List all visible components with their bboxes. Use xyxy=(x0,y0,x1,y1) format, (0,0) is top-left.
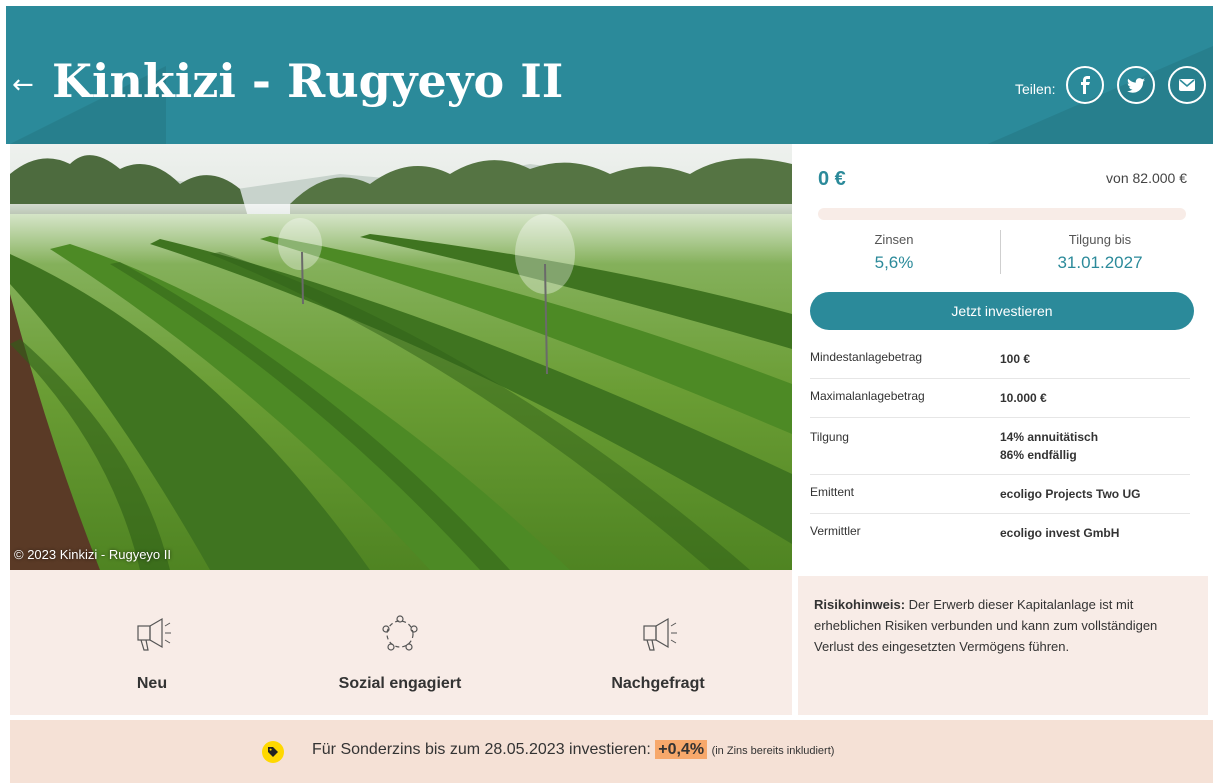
photo-credit: © 2023 Kinkizi - Rugyeyo II xyxy=(14,547,171,562)
feature-popular: Nachgefragt xyxy=(558,570,758,693)
repayment-kpi: Tilgung bis 31.01.2027 xyxy=(1010,232,1190,273)
feature-social: Sozial engagiert xyxy=(300,570,500,693)
details-key: Emittent xyxy=(810,485,855,499)
facebook-icon xyxy=(1081,76,1090,94)
share-email-button[interactable] xyxy=(1168,66,1206,104)
repayment-value: 31.01.2027 xyxy=(1057,253,1143,272)
twitter-icon xyxy=(1127,77,1145,93)
invest-now-button[interactable]: Jetzt investieren xyxy=(810,292,1194,330)
details-row: Maximalanlagebetrag 10.000 € xyxy=(810,379,1190,418)
details-value: 100 € xyxy=(1000,352,1031,366)
funding-progress-bar xyxy=(818,208,1186,220)
feature-label: Sozial engagiert xyxy=(338,675,462,692)
email-icon xyxy=(1179,79,1195,91)
details-key: Maximalanlagebetrag xyxy=(810,389,925,403)
community-icon xyxy=(382,615,418,651)
project-photo xyxy=(10,144,792,570)
risk-notice: Risikohinweis: Der Erwerb dieser Kapital… xyxy=(798,576,1208,715)
interest-kpi: Zinsen 5,6% xyxy=(804,232,984,273)
details-table: Mindestanlagebetrag 100 € Maximalanlageb… xyxy=(810,340,1190,552)
tea-plantation-image xyxy=(10,144,792,570)
details-value-line: 86% endfällig xyxy=(1000,448,1077,462)
share-twitter-button[interactable] xyxy=(1117,66,1155,104)
project-header: ← Kinkizi - Rugyeyo II Teilen: xyxy=(6,6,1213,144)
bonus-note: (in Zins bereits inkludiert) xyxy=(711,745,835,757)
project-page: ← Kinkizi - Rugyeyo II Teilen: © 2023 Ki… xyxy=(0,0,1213,783)
bonus-text: Für Sonderzins bis zum 28.05.2023 invest… xyxy=(312,740,835,759)
details-key: Vermittler xyxy=(810,524,861,538)
bonus-message: Für Sonderzins bis zum 28.05.2023 invest… xyxy=(312,741,656,758)
funded-amount: 0 € xyxy=(818,168,846,190)
bonus-banner: Für Sonderzins bis zum 28.05.2023 invest… xyxy=(10,720,1213,783)
details-value-line: 14% annuitätisch xyxy=(1000,430,1099,444)
details-value: 14% annuitätisch 86% endfällig xyxy=(1000,418,1098,474)
details-value: 10.000 € xyxy=(1000,391,1047,405)
details-row: Vermittler ecoligo invest GmbH xyxy=(810,514,1190,552)
details-value: ecoligo invest GmbH xyxy=(1000,526,1120,540)
back-arrow-icon[interactable]: ← xyxy=(12,70,34,100)
details-value: ecoligo Projects Two UG xyxy=(1000,487,1141,501)
megaphone-icon xyxy=(137,617,171,651)
tag-icon xyxy=(262,741,284,763)
megaphone-icon xyxy=(643,617,677,651)
feature-label: Neu xyxy=(136,675,168,692)
details-key: Mindestanlagebetrag xyxy=(810,350,923,364)
project-features: Neu Sozial engagiert Nachgefragt xyxy=(10,570,792,715)
interest-value: 5,6% xyxy=(874,253,914,272)
page-title: Kinkizi - Rugyeyo II xyxy=(52,54,564,108)
kpi-divider xyxy=(1000,230,1001,274)
details-row: Mindestanlagebetrag 100 € xyxy=(810,340,1190,379)
tag-icon-shape xyxy=(268,747,278,757)
risk-title: Risikohinweis: xyxy=(814,597,906,612)
feature-new: Neu xyxy=(52,570,252,693)
share-label: Teilen: xyxy=(1015,81,1056,97)
share-facebook-button[interactable] xyxy=(1066,66,1104,104)
bonus-rate: +0,4% xyxy=(655,740,708,759)
feature-label: Nachgefragt xyxy=(611,675,705,692)
details-key: Tilgung xyxy=(810,430,849,444)
details-row: Emittent ecoligo Projects Two UG xyxy=(810,475,1190,514)
repayment-label: Tilgung bis xyxy=(1068,232,1132,247)
interest-label: Zinsen xyxy=(874,232,914,247)
funding-goal: von 82.000 € xyxy=(1106,170,1187,186)
funding-panel: 0 € von 82.000 € Zinsen 5,6% Tilgung bis… xyxy=(792,144,1213,570)
details-row: Tilgung 14% annuitätisch 86% endfällig xyxy=(810,418,1190,475)
